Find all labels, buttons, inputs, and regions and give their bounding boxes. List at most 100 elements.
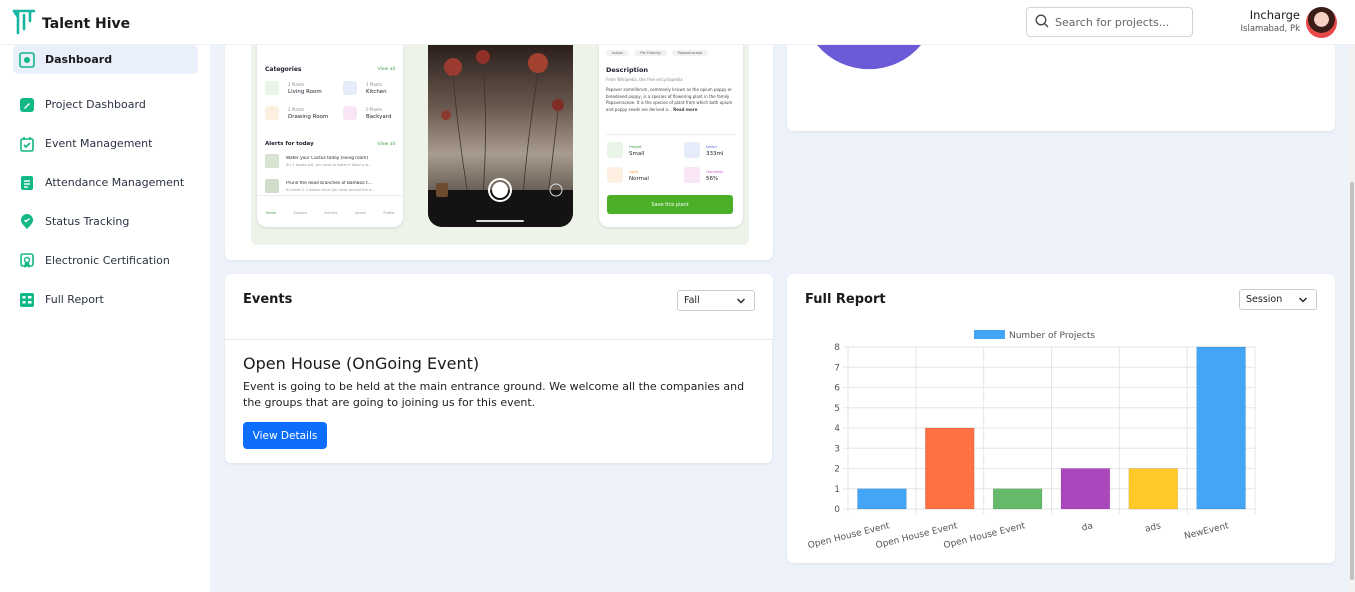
- events-filter-select[interactable]: Fall: [677, 290, 755, 311]
- events-title: Events: [243, 292, 293, 307]
- y-tick-label: 3: [834, 444, 840, 454]
- bottom-tab-bar: Home Explore Articles Saved Profile: [257, 211, 403, 215]
- sidebar-item-label: Electronic Certification: [45, 254, 170, 267]
- tag: Pet Friendly: [634, 50, 667, 56]
- search-input[interactable]: [1055, 15, 1185, 29]
- phone-mockup-plant-details: Indoor Pet Friendly Papaveraceae Descrip…: [599, 45, 743, 227]
- calendar-check-icon: [19, 136, 35, 152]
- y-tick-label: 2: [834, 465, 840, 475]
- scrollbar-thumb[interactable]: [1350, 182, 1354, 580]
- sidebar-item-electronic-certification[interactable]: Electronic Certification: [13, 246, 198, 275]
- sidebar-item-label: Full Report: [45, 293, 104, 306]
- alert-thumbnail: [265, 179, 279, 193]
- tab-profile[interactable]: Profile: [383, 211, 394, 215]
- plant-tags: Indoor Pet Friendly Papaveraceae: [606, 50, 709, 56]
- tag: Indoor: [606, 50, 630, 56]
- legend-label: Number of Projects: [1009, 331, 1095, 341]
- stat-label: Height: [629, 144, 642, 149]
- description-title: Description: [606, 66, 649, 74]
- category-name: Living Room: [288, 89, 322, 95]
- certificate-icon: [19, 252, 35, 269]
- phone-mockup-home: Categories View all 2 Plants Living Room…: [257, 45, 403, 227]
- alert-thumbnail: [265, 154, 279, 168]
- location-pin-icon: [19, 213, 35, 230]
- tag: Papaveraceae: [671, 50, 709, 56]
- height-icon: [607, 142, 623, 158]
- y-tick-label: 7: [834, 363, 840, 373]
- view-all-link[interactable]: View all: [378, 67, 395, 72]
- report-grid-icon: [19, 292, 35, 308]
- sidebar-item-project-dashboard[interactable]: Project Dashboard: [13, 90, 198, 119]
- tab-saved[interactable]: Saved: [355, 211, 366, 215]
- y-tick-label: 6: [834, 384, 840, 394]
- events-card: Events Fall: [225, 274, 773, 339]
- user-info[interactable]: Incharge Islamabad, Pk: [1241, 8, 1300, 34]
- chevron-down-icon: [736, 296, 746, 309]
- bar: [992, 488, 1043, 510]
- full-report-card: Full Report Session 0 1 2 3 4 5 6 7 8 Open House …: [787, 274, 1335, 563]
- x-tick-label: ads: [1144, 521, 1162, 535]
- events-filter-value: Fall: [684, 295, 700, 306]
- view-details-button[interactable]: View Details: [243, 422, 327, 449]
- save-plant-button[interactable]: Save this plant: [607, 195, 733, 214]
- backyard-icon: [343, 106, 357, 120]
- sidebar-item-full-report[interactable]: Full Report: [13, 285, 198, 314]
- y-tick-label: 0: [834, 505, 840, 515]
- sidebar-item-label: Attendance Management: [45, 176, 185, 189]
- category-name: Kitchen: [366, 89, 387, 95]
- x-tick-label: da: [1081, 521, 1094, 533]
- stat-label: Humidity: [706, 169, 724, 174]
- phone-mockup-camera: [428, 45, 573, 227]
- alert-title: Water your Cactus today (living room): [286, 156, 369, 161]
- description-source: From Wikipedia, the free encyclopedia: [606, 77, 683, 82]
- legend-swatch: [974, 330, 1005, 339]
- sidebar-item-label: Project Dashboard: [45, 98, 146, 111]
- tab-home[interactable]: Home: [266, 211, 276, 215]
- search-box[interactable]: [1026, 7, 1193, 37]
- stat-value: 56%: [706, 176, 719, 182]
- y-tick-label: 1: [834, 485, 840, 495]
- stat-value: 333ml: [706, 151, 724, 157]
- stat-label: Light: [629, 169, 639, 174]
- category-count: 0 Plants: [366, 107, 382, 112]
- stat-label: Water: [706, 144, 718, 149]
- pencil-icon: [19, 97, 35, 113]
- sidebar-item-label: Dashboard: [45, 53, 113, 66]
- top-bar: Talent Hive Incharge Islamabad, Pk: [0, 0, 1355, 45]
- category-name: Drawing Room: [288, 114, 329, 120]
- tab-explore[interactable]: Explore: [294, 211, 307, 215]
- user-name: Incharge: [1249, 8, 1300, 22]
- read-more-link[interactable]: Read more: [673, 107, 697, 112]
- alert-subtitle: It's 2 weeks old, you have to water it t…: [286, 163, 372, 167]
- category-name: Backyard: [366, 114, 392, 120]
- sidebar-item-event-management[interactable]: Event Management: [13, 129, 198, 158]
- brand[interactable]: Talent Hive: [12, 7, 130, 41]
- sidebar-item-dashboard[interactable]: Dashboard: [13, 45, 198, 74]
- donut-chart-fragment: [817, 45, 921, 70]
- sidebar-item-attendance-management[interactable]: Attendance Management: [13, 168, 198, 197]
- search-icon: [1035, 13, 1049, 32]
- summary-chart-card: [787, 45, 1335, 131]
- description-text: Papaver somniferum, commonly known as th…: [606, 87, 733, 112]
- alerts-title: Alerts for today: [265, 141, 314, 147]
- humidity-icon: [684, 167, 700, 183]
- kitchen-icon: [343, 81, 357, 95]
- document-icon: [19, 175, 35, 191]
- alert-subtitle: It's been 2-3 weeks since you have prune…: [286, 188, 375, 192]
- event-description: Event is going to be held at the main en…: [243, 380, 745, 409]
- bar: [1196, 346, 1246, 510]
- user-location: Islamabad, Pk: [1240, 24, 1300, 34]
- avatar[interactable]: [1306, 7, 1337, 38]
- sidebar: Dashboard Project Dashboard Event Manage…: [0, 45, 210, 592]
- stat-value: Small: [629, 151, 645, 157]
- alert-title: Prune the dead branches of Bamboo t...: [286, 181, 372, 186]
- dashboard-icon: [19, 51, 35, 68]
- tab-articles[interactable]: Articles: [324, 211, 337, 215]
- bar: [857, 488, 907, 510]
- x-tick-label: NewEvent: [1183, 521, 1230, 542]
- stat-value: Normal: [629, 176, 649, 182]
- view-all-link[interactable]: View all: [378, 142, 395, 147]
- water-icon: [684, 142, 700, 158]
- living-room-icon: [265, 81, 279, 95]
- sidebar-item-status-tracking[interactable]: Status Tracking: [13, 207, 198, 236]
